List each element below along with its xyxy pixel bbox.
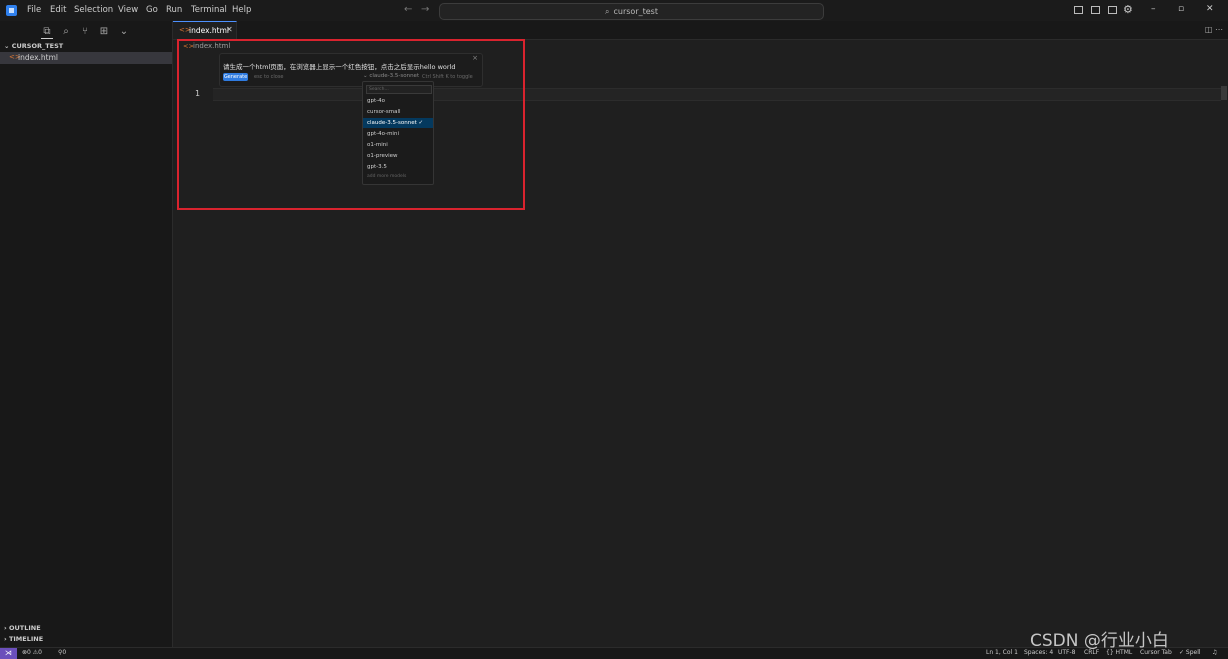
menu-selection[interactable]: Selection (74, 5, 113, 15)
minimize-icon[interactable]: – (1151, 4, 1156, 14)
outline-section-header[interactable]: › OUTLINE (4, 624, 41, 632)
tab-index-html[interactable]: <> index.html ✕ (173, 21, 237, 39)
ports-indicator[interactable]: ⚲0 (58, 649, 66, 656)
toggle-secondary-sidebar-icon[interactable] (1108, 6, 1117, 14)
menu-go[interactable]: Go (146, 5, 158, 15)
sidebar-item-index-html[interactable]: <> index.html (0, 52, 172, 64)
timeline-section-header[interactable]: › TIMELINE (4, 635, 43, 643)
toggle-panel-icon[interactable] (1091, 6, 1100, 14)
timeline-label: TIMELINE (8, 635, 44, 643)
problems-indicator[interactable]: ⊗0 ⚠0 (22, 649, 42, 656)
menu-run[interactable]: Run (166, 5, 182, 15)
spell-status[interactable]: ✓ Spell (1179, 649, 1201, 656)
command-center[interactable]: ⌕ cursor_test (439, 3, 824, 20)
explorer-icon[interactable]: ⧉ (41, 26, 53, 39)
close-tab-icon[interactable]: ✕ (226, 25, 233, 34)
sidebar: ⧉ ⌕ ⑂ ⊞ ⌄ ⌄ CURSOR_TEST <> index.html › … (0, 21, 173, 647)
explorer-section-header[interactable]: ⌄ CURSOR_TEST (4, 42, 63, 50)
chevron-down-icon[interactable]: ⌄ (118, 26, 130, 38)
nav-back-icon[interactable]: ← (404, 4, 412, 15)
cursor-position[interactable]: Ln 1, Col 1 (986, 649, 1018, 656)
error-count: 0 (27, 649, 31, 656)
menu-terminal[interactable]: Terminal (191, 5, 227, 15)
source-control-icon[interactable]: ⑂ (79, 26, 91, 38)
menu-edit[interactable]: Edit (50, 5, 66, 15)
command-center-label: cursor_test (613, 7, 658, 16)
app-logo-icon (6, 5, 17, 16)
notifications-bell-icon[interactable]: ♫ (1212, 649, 1217, 656)
search-icon: ⌕ (605, 7, 610, 16)
close-window-icon[interactable]: ✕ (1206, 4, 1214, 14)
tab-label: index.html (189, 26, 229, 35)
menu-file[interactable]: File (27, 5, 41, 15)
search-view-icon[interactable]: ⌕ (60, 26, 72, 38)
watermark: CSDN @行业小白 (1030, 631, 1169, 651)
toggle-sidebar-icon[interactable] (1074, 6, 1083, 14)
extensions-icon[interactable]: ⊞ (98, 26, 110, 38)
outline-label: OUTLINE (8, 624, 41, 632)
workspace-title: CURSOR_TEST (11, 42, 64, 50)
highlight-annotation-box (177, 39, 525, 210)
title-bar: File Edit Selection View Go Run Terminal… (0, 0, 1228, 22)
warning-count: 0 (38, 649, 42, 656)
settings-gear-icon[interactable]: ⚙ (1123, 3, 1133, 16)
restore-icon[interactable]: ▫ (1178, 4, 1184, 14)
tab-bar: <> index.html ✕ ◫ ⋯ (173, 21, 1228, 40)
menu-view[interactable]: View (118, 5, 138, 15)
minimap-slider[interactable] (1221, 86, 1227, 100)
menu-help[interactable]: Help (232, 5, 251, 15)
ports-count: 0 (62, 649, 67, 656)
split-editor-icon[interactable]: ◫ ⋯ (1205, 25, 1223, 34)
remote-indicator-icon[interactable]: ⋊ (0, 648, 17, 659)
chevron-down-icon: ⌄ (4, 42, 12, 50)
sidebar-item-label: index.html (18, 53, 58, 62)
nav-forward-icon[interactable]: → (421, 4, 429, 15)
